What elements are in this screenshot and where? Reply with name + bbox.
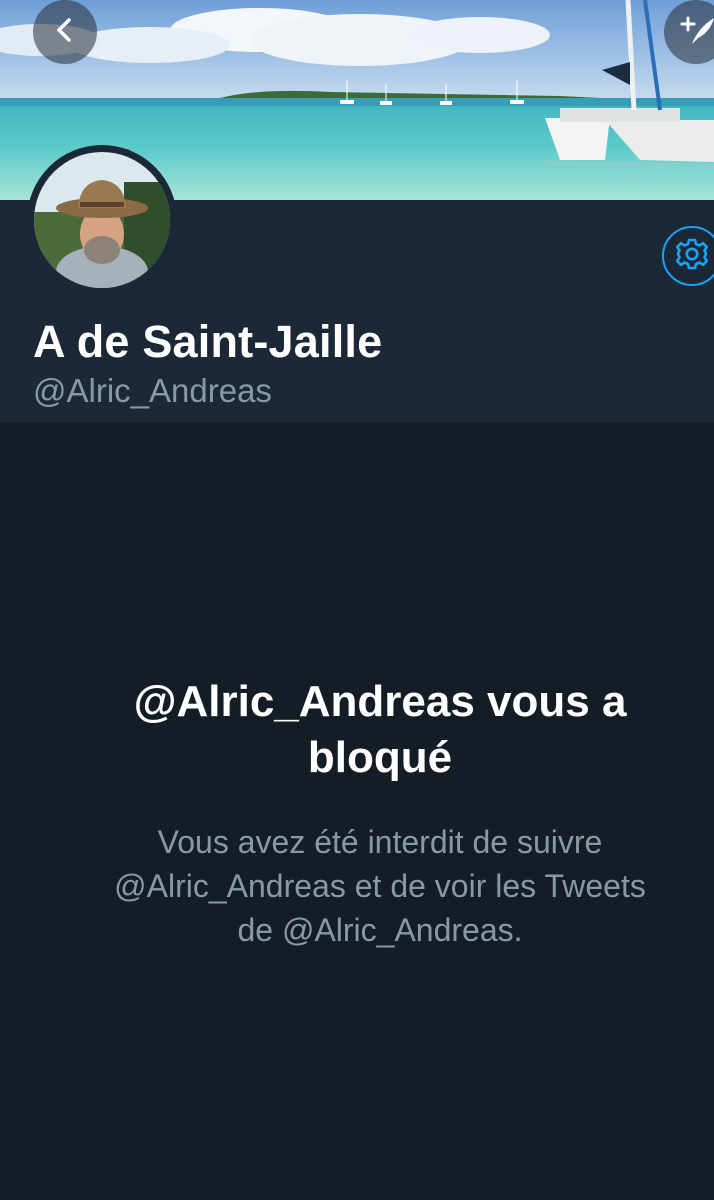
settings-button[interactable] bbox=[662, 226, 714, 286]
profile-display-name: A de Saint-Jaille bbox=[33, 316, 383, 367]
blocked-notice-title: @Alric_Andreas vous a bloqué bbox=[133, 677, 627, 782]
blocked-notice-description: Vous avez été interdit de suivre @Alric_… bbox=[114, 824, 646, 948]
profile-page: A de Saint-Jaille @Alric_Andreas @Alric_… bbox=[0, 0, 714, 1200]
chevron-left-icon bbox=[51, 16, 79, 49]
compose-tweet-icon bbox=[676, 10, 714, 55]
profile-handle: @Alric_Andreas bbox=[33, 372, 272, 409]
gear-icon bbox=[675, 237, 709, 276]
avatar[interactable] bbox=[27, 145, 177, 295]
back-button[interactable] bbox=[33, 0, 97, 64]
